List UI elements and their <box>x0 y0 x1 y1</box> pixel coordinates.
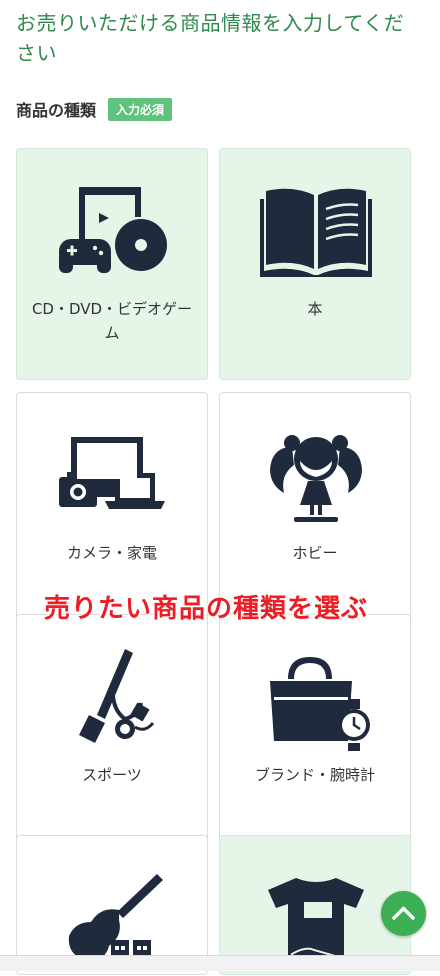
category-card-sports[interactable]: スポーツ <box>16 614 208 846</box>
book-icon <box>260 188 372 277</box>
required-badge: 入力必須 <box>108 97 173 121</box>
category-label: スポーツ <box>82 766 142 784</box>
overlay-caption: 売りたい商品の種類を選ぶ <box>44 594 369 624</box>
category-label: ブランド・腕時計 <box>254 766 375 784</box>
category-label: 本 <box>307 300 323 318</box>
category-section-label: 商品の種類 入力必須 <box>16 97 173 121</box>
category-label: カメラ・家電 <box>66 544 157 562</box>
category-label: ホビー <box>292 544 338 562</box>
category-card-brand[interactable]: ブランド・腕時計 <box>219 614 411 846</box>
figure-icon <box>270 435 362 522</box>
category-card-instruments[interactable] <box>16 835 208 975</box>
scroll-to-top-button[interactable] <box>381 891 426 936</box>
category-label: CD・DVD・ビデオゲーム <box>31 300 193 342</box>
category-card-media[interactable]: CD・DVD・ビデオゲーム <box>16 148 208 380</box>
browser-bottom-bar <box>0 955 440 971</box>
media-gamepad-icon <box>59 187 167 273</box>
chevron-up-icon <box>392 906 415 920</box>
section-label-text: 商品の種類 <box>16 101 97 120</box>
page-heading: お売りいただける商品情報を入力してください <box>16 11 405 65</box>
camera-electronics-icon <box>59 437 165 509</box>
sports-icon <box>79 649 155 743</box>
bag-watch-icon <box>270 657 370 751</box>
category-card-book[interactable]: 本 <box>219 148 411 380</box>
